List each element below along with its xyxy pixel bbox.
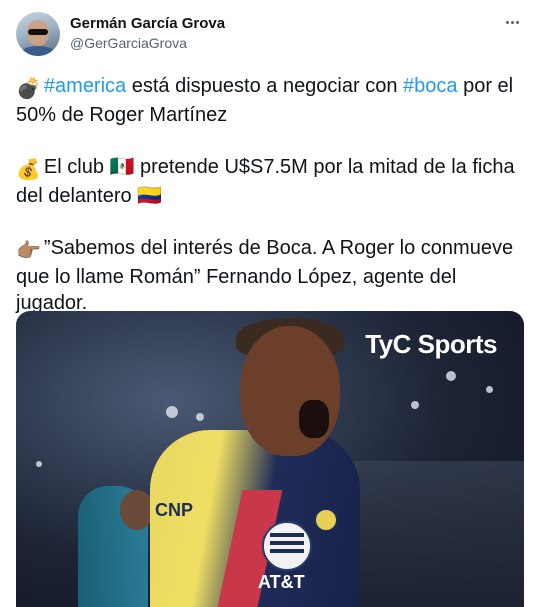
tweet-paragraph: 👉🏽 ”Sabemos del interés de Boca. A Roger … — [16, 235, 526, 316]
avatar-sunglasses — [28, 29, 48, 35]
tweet-paragraph: 💣 #america está dispuesto a negociar con … — [16, 73, 526, 128]
hashtag-link[interactable]: #boca — [403, 75, 458, 97]
jersey-sponsor-text: AT&T — [258, 572, 305, 592]
more-horizontal-icon — [505, 20, 509, 24]
sponsor-logo-icon — [262, 521, 312, 571]
tweet-text-segment: ”Sabemos del interés de Boca. A Roger lo… — [16, 237, 514, 314]
tweet-text-segment: está dispuesto a negociar con — [126, 75, 404, 97]
author-handle[interactable]: @GerGarciaGrova — [70, 35, 187, 51]
tweet: Germán García Grova @GerGarciaGrova 💣 #am… — [0, 0, 540, 607]
more-options-button[interactable] — [500, 12, 524, 32]
avatar-shirt — [20, 46, 56, 56]
emoji-icon: 💰 — [16, 159, 41, 181]
watermark-logo: TyC Sports — [365, 329, 497, 359]
club-crest-icon — [314, 508, 338, 532]
player-head — [240, 326, 340, 456]
emoji-icon: 💣 — [16, 78, 41, 100]
author-name[interactable]: Germán García Grova — [70, 15, 225, 32]
hashtag-link[interactable]: #america — [44, 75, 126, 97]
tweet-text: 💣 #america está dispuesto a negociar con … — [16, 73, 526, 342]
emoji-icon: 👉🏽 — [16, 240, 41, 262]
tweet-text-segment: El club 🇲🇽 pretende U$S7.5M por la mitad… — [16, 156, 515, 207]
avatar[interactable] — [16, 12, 60, 56]
background-player-head — [120, 490, 154, 530]
player-mouth — [299, 400, 329, 438]
jersey-sponsor: CNP — [155, 500, 194, 520]
tweet-paragraph: 💰 El club 🇲🇽 pretende U$S7.5M por la mita… — [16, 154, 526, 209]
